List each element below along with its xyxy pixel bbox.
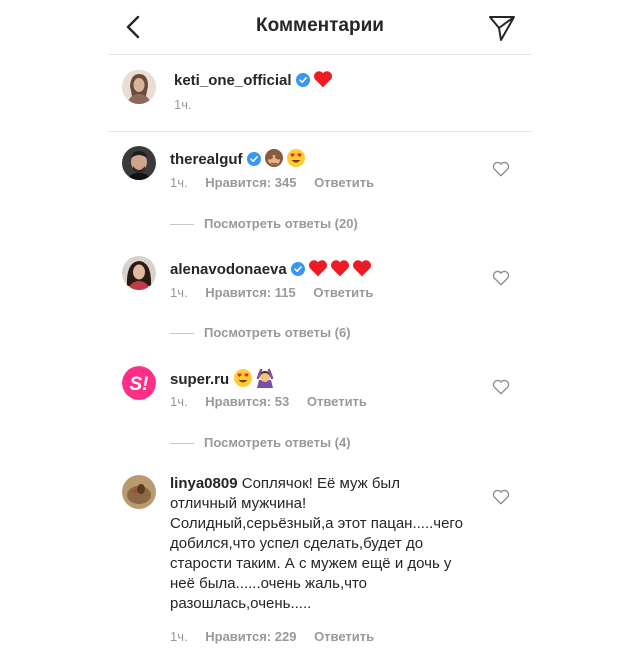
heart-eyes-face-icon: [286, 149, 305, 167]
likes-count[interactable]: Нравится: 115: [205, 285, 295, 300]
divider: [170, 333, 194, 335]
reply-button[interactable]: Ответить: [307, 394, 367, 409]
comment-username[interactable]: therealguf: [170, 151, 243, 168]
caption-username[interactable]: keti_one_official: [174, 72, 292, 89]
share-button[interactable]: [486, 12, 518, 44]
comment-time: 1ч.: [170, 285, 188, 300]
comment-time: 1ч.: [170, 629, 188, 644]
paper-plane-icon: [489, 16, 515, 41]
view-replies-label: Посмотреть ответы (6): [204, 325, 351, 340]
likes-count[interactable]: Нравится: 229: [205, 629, 296, 644]
comment-username[interactable]: super.ru: [170, 371, 229, 388]
reply-button[interactable]: Ответить: [314, 175, 374, 190]
comments-screen: Комментарии keti_one_official 1ч. therea…: [108, 0, 532, 668]
page-title: Комментарии: [256, 15, 384, 36]
like-heart-icon[interactable]: [492, 269, 510, 287]
comment-body: linya0809 Соплячок! Её муж был отличный …: [170, 474, 470, 614]
verified-badge-icon: [295, 73, 310, 87]
person-raising-hands-icon: [257, 368, 274, 388]
comment-username[interactable]: alenavodonaeva: [170, 261, 287, 278]
view-replies-label: Посмотреть ответы (4): [204, 435, 351, 450]
red-heart-icon: [313, 71, 332, 88]
red-heart-icon: [308, 260, 327, 277]
avatar[interactable]: [122, 475, 156, 509]
svg-text:S!: S!: [130, 374, 149, 395]
avatar[interactable]: [122, 256, 156, 290]
likes-count[interactable]: Нравится: 345: [205, 175, 296, 190]
comment-text: Соплячок! Её муж был отличный мужчина! С…: [170, 475, 463, 612]
view-replies-link[interactable]: Посмотреть ответы (6): [170, 325, 351, 340]
red-heart-icon: [352, 260, 371, 277]
header-bar: Комментарии: [108, 0, 532, 55]
view-replies-link[interactable]: Посмотреть ответы (4): [170, 435, 351, 450]
likes-count[interactable]: Нравится: 53: [205, 394, 289, 409]
verified-badge-icon: [290, 262, 305, 276]
see-no-evil-monkey-icon: [264, 149, 283, 167]
like-heart-icon[interactable]: [492, 378, 510, 396]
avatar[interactable]: S!: [122, 366, 156, 400]
view-replies-link[interactable]: Посмотреть ответы (20): [170, 216, 358, 231]
avatar[interactable]: [122, 146, 156, 180]
avatar[interactable]: [122, 70, 156, 104]
post-caption: keti_one_official 1ч.: [108, 54, 532, 132]
like-heart-icon[interactable]: [492, 488, 510, 506]
verified-badge-icon: [246, 152, 261, 166]
comment-time: 1ч.: [170, 175, 188, 190]
reply-button[interactable]: Ответить: [313, 285, 373, 300]
divider: [170, 224, 194, 226]
heart-eyes-face-icon: [234, 369, 253, 387]
like-heart-icon[interactable]: [492, 160, 510, 178]
divider: [170, 443, 194, 445]
red-heart-icon: [330, 260, 349, 277]
comment-time: 1ч.: [170, 394, 188, 409]
reply-button[interactable]: Ответить: [314, 629, 374, 644]
caption-time: 1ч.: [174, 97, 192, 112]
comment-username[interactable]: linya0809: [170, 475, 238, 492]
view-replies-label: Посмотреть ответы (20): [204, 216, 358, 231]
